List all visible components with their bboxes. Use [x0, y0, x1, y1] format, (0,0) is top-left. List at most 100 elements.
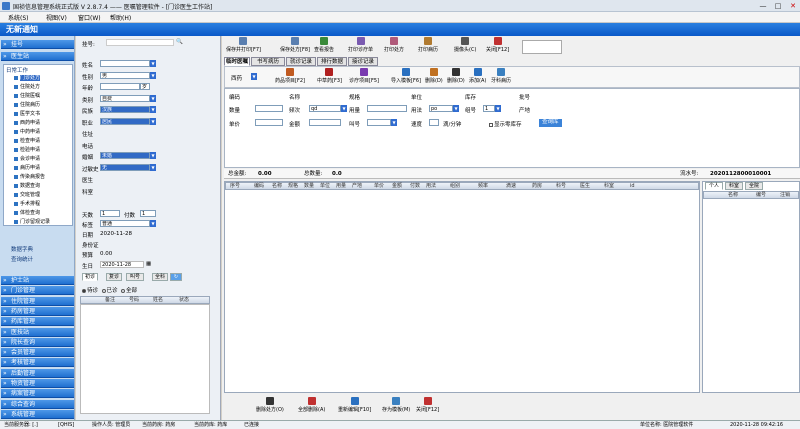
nav-item[interactable]: 药库管理: [1, 317, 74, 327]
chevron-down-icon[interactable]: ▼: [495, 105, 501, 112]
bottom-button[interactable]: 删除处方(O): [256, 396, 284, 416]
toolbar-button[interactable]: 保存处方[F8]: [280, 36, 310, 56]
tree-item[interactable]: 会诊申请: [14, 155, 40, 162]
tab-return-visit[interactable]: 复诊: [106, 273, 122, 281]
field-input[interactable]: 男: [100, 71, 150, 79]
toolbar-button[interactable]: 关闭[F12]: [486, 36, 509, 56]
tree-item[interactable]: 住院处方: [14, 83, 40, 90]
call-input[interactable]: [367, 119, 391, 126]
tab-general[interactable]: 全科: [152, 273, 168, 281]
tab-personal[interactable]: 个人: [705, 182, 723, 190]
maximize-button[interactable]: □: [771, 1, 785, 11]
chevron-down-icon[interactable]: ▼: [251, 73, 257, 80]
tree-item[interactable]: 手术排程: [14, 200, 40, 207]
dose-input[interactable]: [367, 105, 407, 112]
price-input[interactable]: [255, 119, 283, 126]
nav-item[interactable]: 护士站: [1, 276, 74, 285]
minimize-button[interactable]: —: [756, 1, 770, 11]
subtoolbar-button[interactable]: 药品项目[F2]: [275, 67, 305, 87]
toolbar-button[interactable]: 摄像头(C): [454, 36, 476, 56]
speed-input[interactable]: [429, 119, 439, 126]
radio-waiting[interactable]: 待诊: [82, 288, 98, 294]
close-button[interactable]: ✕: [786, 1, 800, 11]
chevron-down-icon[interactable]: ▼: [391, 119, 397, 126]
field-input[interactable]: 自费: [100, 94, 150, 102]
group-input[interactable]: 1: [483, 105, 495, 112]
search-icon[interactable]: 🔍: [176, 39, 183, 45]
bottom-button[interactable]: 存为模板(M): [382, 396, 410, 416]
tab[interactable]: 书写病历: [251, 57, 285, 66]
bottom-button[interactable]: 重新编辑[F10]: [338, 396, 371, 416]
nav-item[interactable]: 物资管理: [1, 379, 74, 388]
chevron-down-icon[interactable]: ▼: [150, 152, 156, 159]
nav-item[interactable]: 门诊管理: [1, 286, 74, 296]
tree-item[interactable]: 门诊处方: [14, 74, 41, 81]
bottom-button[interactable]: 关闭[F12]: [416, 396, 439, 416]
tab-hospital[interactable]: 全院: [745, 182, 763, 190]
toolbar-button[interactable]: 打印病历: [418, 36, 438, 56]
field-input[interactable]: 未婚: [100, 152, 150, 159]
field-input[interactable]: [100, 60, 150, 67]
tab[interactable]: 临时医嘱: [224, 57, 250, 66]
subtoolbar-button[interactable]: 诊疗项目[F5]: [349, 67, 379, 87]
nav-item[interactable]: 病案管理: [1, 389, 74, 399]
radio-done[interactable]: 已诊: [101, 288, 118, 294]
usage-input[interactable]: po: [429, 105, 453, 112]
nav-item[interactable]: 住院管理: [1, 296, 74, 306]
tree-item[interactable]: 传染病报告: [14, 173, 45, 180]
chevron-down-icon[interactable]: ▼: [453, 105, 459, 112]
registration-input[interactable]: [106, 39, 174, 46]
nav-item[interactable]: 医技站: [1, 327, 74, 337]
chevron-down-icon[interactable]: ▼: [150, 94, 156, 102]
tree-item[interactable]: 病历申请: [14, 164, 40, 171]
menu-help[interactable]: 帮助(H): [110, 13, 131, 22]
tab-department[interactable]: 科室: [725, 182, 743, 190]
chevron-down-icon[interactable]: ▼: [150, 60, 156, 67]
nav-item[interactable]: 后勤管理: [1, 368, 74, 378]
tab[interactable]: 排行数据: [317, 57, 347, 66]
tree-item[interactable]: 门诊留观记录: [14, 218, 50, 225]
nav-item[interactable]: 药房管理: [1, 306, 74, 316]
bottom-button[interactable]: 全部删除(A): [298, 396, 325, 416]
chevron-down-icon[interactable]: ▼: [150, 106, 156, 113]
tree-item[interactable]: 数据查询: [14, 182, 40, 189]
nav-item[interactable]: 院长查询: [1, 337, 74, 347]
field-input[interactable]: 汉族: [100, 106, 150, 113]
nav-dictionary[interactable]: 数据字典: [1, 245, 74, 253]
tree-item[interactable]: 西药申请: [14, 119, 40, 126]
doses-input[interactable]: 1: [140, 210, 156, 217]
nav-statistics[interactable]: 查询统计: [1, 255, 74, 263]
nav-item[interactable]: 会员管理: [1, 348, 74, 358]
birth-input[interactable]: 2020-11-28: [100, 261, 144, 268]
chevron-down-icon[interactable]: ▼: [150, 117, 156, 125]
subtoolbar-button[interactable]: 添加(A): [469, 67, 486, 87]
toolbar-button[interactable]: 查看报告: [314, 36, 334, 56]
qty-input[interactable]: [255, 105, 283, 112]
field-input[interactable]: [100, 83, 140, 90]
zero-stock-checkbox[interactable]: 显示零库存: [489, 120, 522, 128]
toolbar-button[interactable]: 打印处方: [384, 36, 404, 56]
toolbar-button[interactable]: 保存并打印[F7]: [226, 36, 261, 56]
tree-item[interactable]: 体检查询: [14, 209, 40, 216]
dept-select[interactable]: 西药: [231, 74, 242, 82]
menu-window[interactable]: 窗口(W): [78, 13, 101, 22]
chevron-down-icon[interactable]: ▼: [150, 220, 156, 227]
patient-list[interactable]: [80, 304, 210, 414]
tab[interactable]: 就诊记录: [286, 57, 316, 66]
chevron-down-icon[interactable]: ▼: [341, 105, 347, 112]
radio-all[interactable]: 全部: [121, 288, 137, 294]
calendar-icon[interactable]: ▦: [146, 261, 151, 267]
tree-item[interactable]: 住院病历: [14, 101, 40, 108]
refresh-icon[interactable]: ↻: [170, 273, 182, 281]
tree-root-daily[interactable]: 日常工作: [6, 66, 28, 74]
menu-view[interactable]: 视图(V): [46, 13, 67, 22]
chevron-down-icon[interactable]: ▼: [150, 71, 156, 79]
subtoolbar-button[interactable]: 牙科病历: [491, 67, 511, 87]
nav-item[interactable]: 考核管理: [1, 358, 74, 368]
tree-item[interactable]: 交班管理: [14, 191, 40, 198]
tree-item[interactable]: 医学文书: [14, 110, 40, 117]
amount-input[interactable]: [309, 119, 341, 126]
nav-registration[interactable]: 挂号: [1, 40, 74, 49]
toolbar-button[interactable]: 打印诊疗单: [348, 36, 373, 56]
subtoolbar-button[interactable]: 导入模板[F6]: [391, 67, 421, 87]
